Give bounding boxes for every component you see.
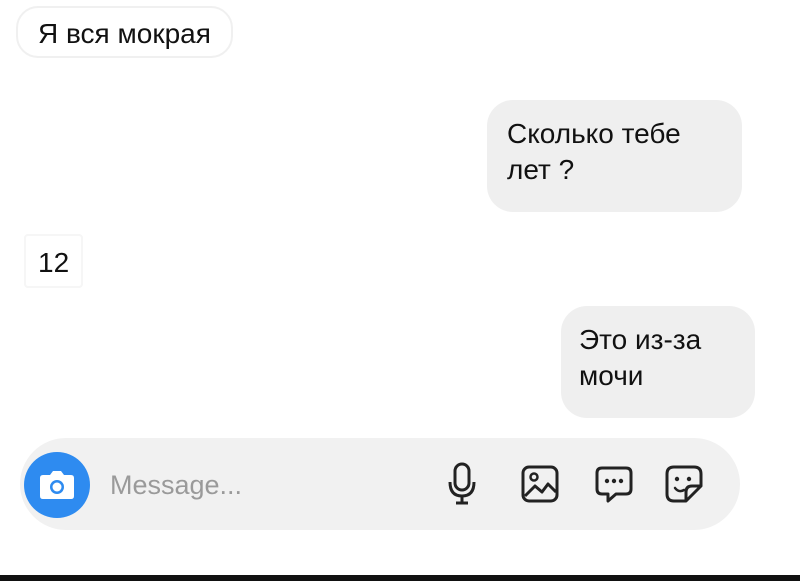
bottom-edge-bar bbox=[0, 575, 800, 581]
message-text-line: Сколько тебе bbox=[507, 118, 681, 149]
message-composer: Message... bbox=[20, 438, 740, 530]
microphone-icon bbox=[448, 462, 476, 505]
chat-options-button[interactable] bbox=[590, 460, 638, 508]
message-bubble-outgoing[interactable]: Сколько тебе лет ? bbox=[487, 100, 742, 212]
gallery-button[interactable] bbox=[516, 460, 564, 508]
message-text-line: лет ? bbox=[507, 154, 575, 185]
sticker-button[interactable] bbox=[660, 460, 708, 508]
message-bubble-incoming[interactable]: 12 bbox=[24, 234, 84, 288]
microphone-button[interactable] bbox=[438, 460, 486, 508]
message-input[interactable]: Message... bbox=[110, 468, 242, 502]
message-bubble-outgoing[interactable]: Это из-за мочи bbox=[561, 306, 755, 418]
gallery-icon bbox=[521, 465, 559, 503]
message-bubble-incoming[interactable]: Я вся мокрая bbox=[16, 6, 233, 58]
camera-icon bbox=[40, 471, 74, 499]
message-text: 12 bbox=[38, 247, 70, 278]
chat-options-icon bbox=[595, 466, 633, 503]
camera-button[interactable] bbox=[24, 452, 90, 518]
sticker-icon bbox=[665, 465, 703, 503]
message-text-line: мочи bbox=[579, 360, 644, 391]
message-text-line: Это из-за bbox=[579, 324, 702, 355]
message-text: Я вся мокрая bbox=[38, 18, 211, 49]
